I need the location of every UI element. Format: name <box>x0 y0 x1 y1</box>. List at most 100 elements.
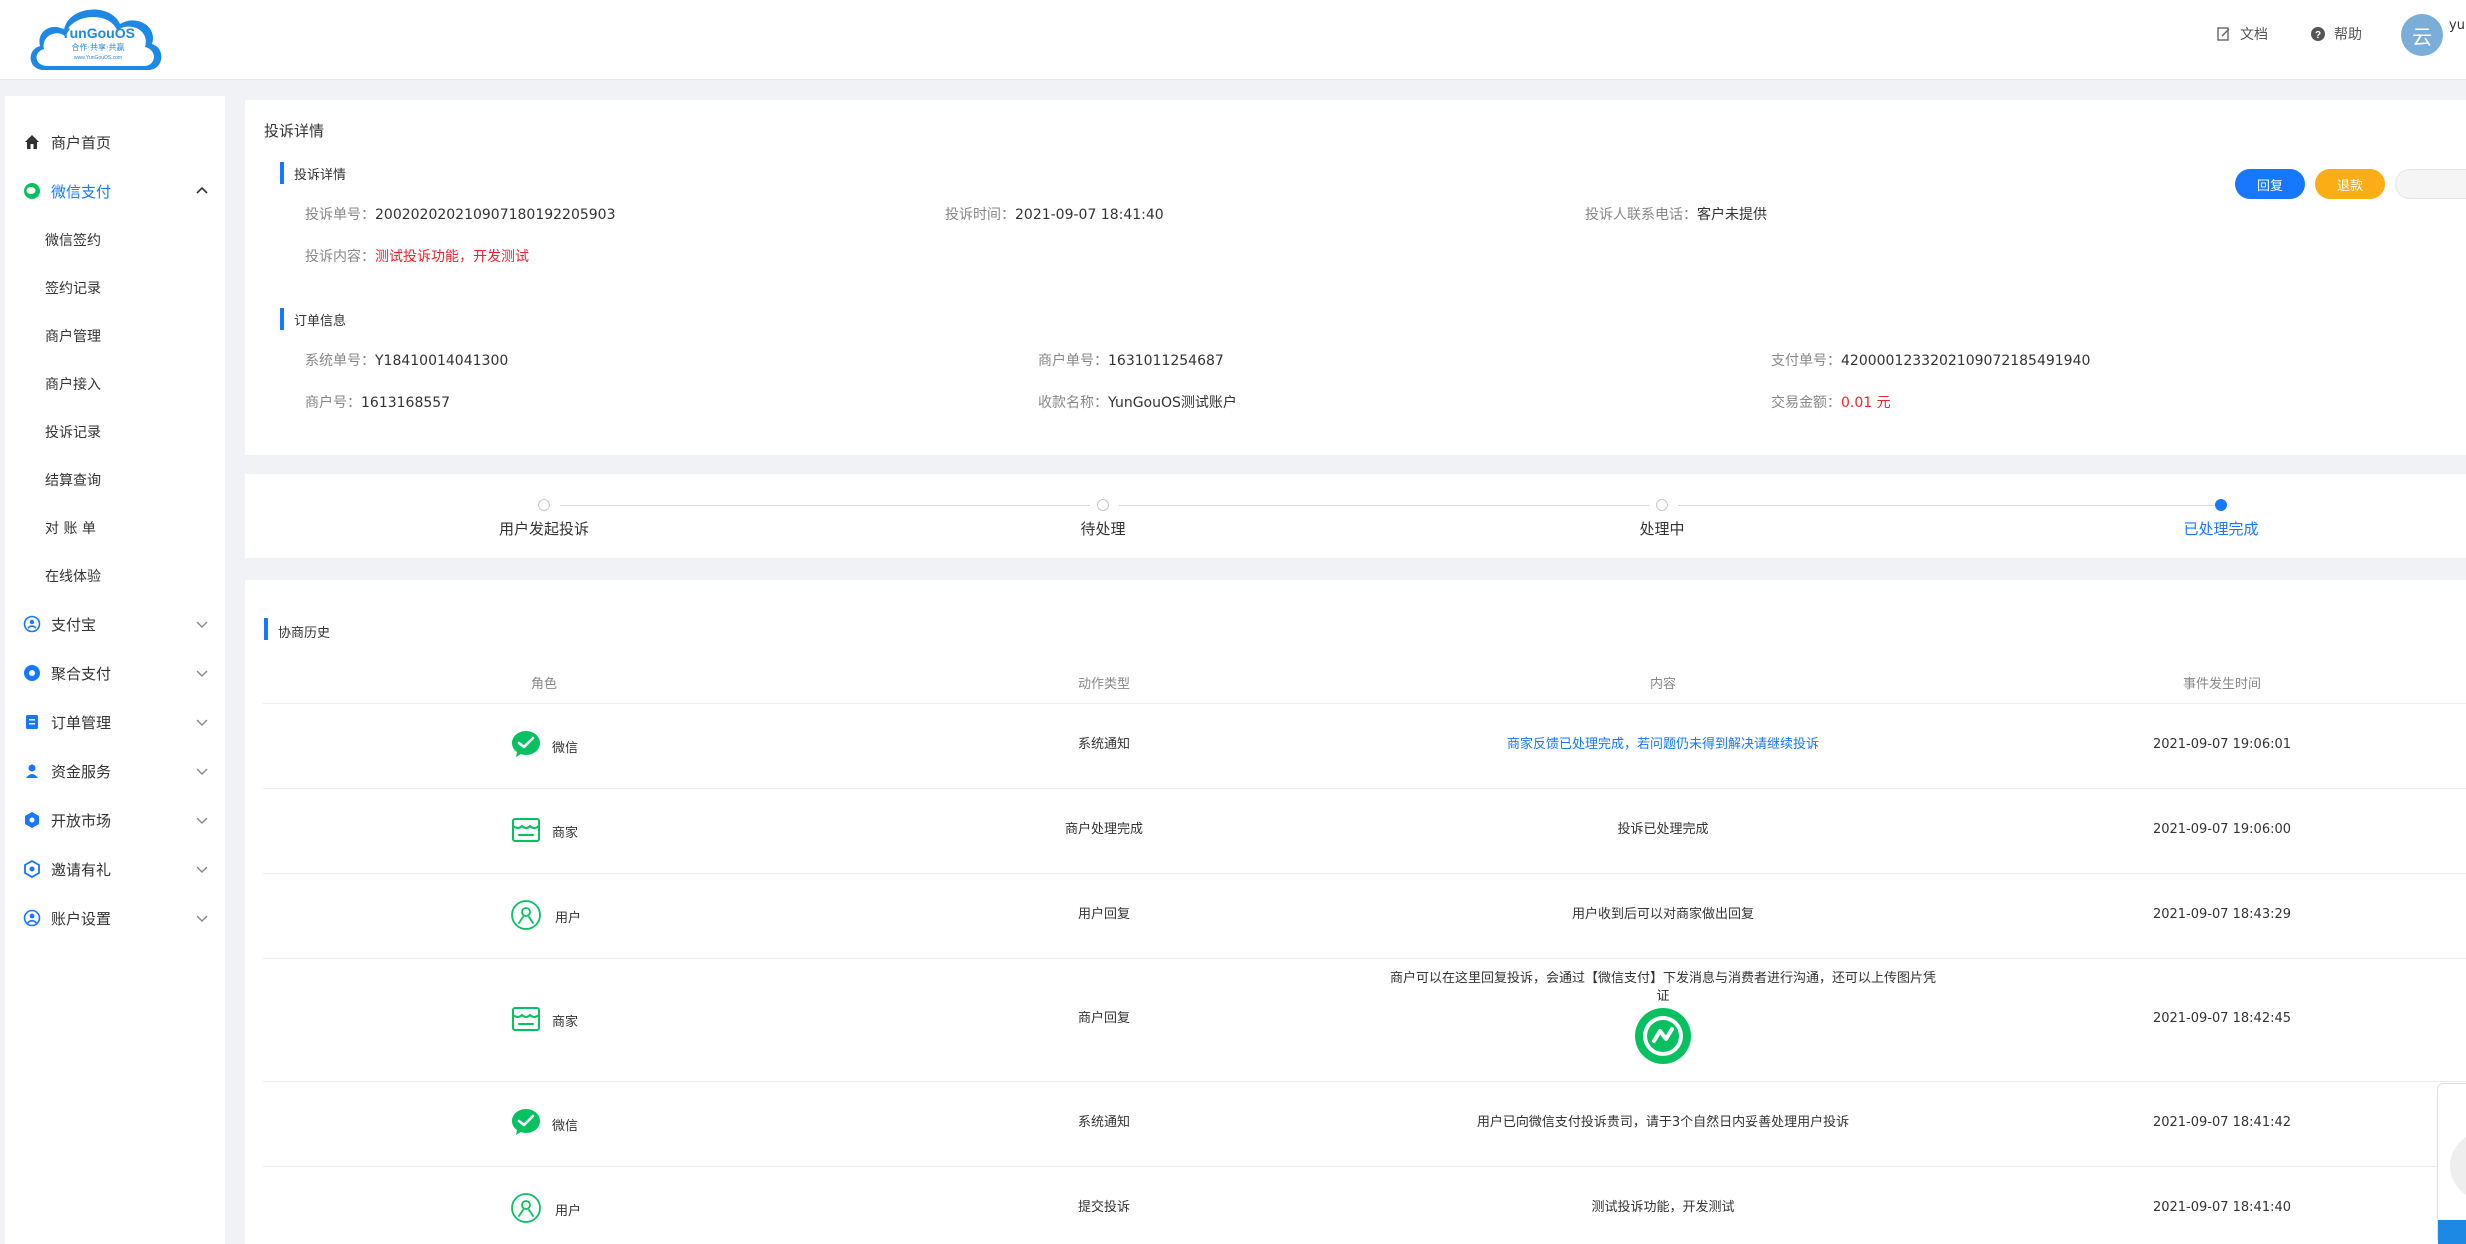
column-header-time: 事件发生时间 <box>2182 677 2261 692</box>
svg-text:www.YunGouOS.com: www.YunGouOS.com <box>74 55 122 61</box>
sidebar-item-fund-service[interactable]: 资金服务 <box>5 751 225 791</box>
column-header-content: 内容 <box>1649 677 1676 692</box>
field-label: 交易金额： <box>1771 395 1841 411</box>
time-cell: 2021-09-07 18:42:45 <box>2152 1011 2292 1026</box>
docs-label: 文档 <box>2240 27 2268 43</box>
field-value: 0.01 元 <box>1841 395 1891 411</box>
help-label: 帮助 <box>2334 27 2362 43</box>
top-header: YunGouOS 合作·共享·共赢 www.YunGouOS.com 文档 ? … <box>0 0 2466 80</box>
subitem-label: 投诉记录 <box>45 425 101 441</box>
time-cell: 2021-09-07 19:06:01 <box>2152 737 2292 752</box>
subitem-label: 微信签约 <box>45 233 101 249</box>
content-cell: 用户收到后可以对商家做出回复 <box>1571 907 1754 922</box>
sidebar-subitem-merchant-access[interactable]: 商户接入 <box>5 366 225 402</box>
field-value: 4200001233202109072185491940 <box>1841 353 2091 369</box>
column-header-role: 角色 <box>530 677 557 692</box>
system-order-no-field: 系统单号：Y18410014041300 <box>305 350 508 370</box>
sidebar-subitem-settlement-query[interactable]: 结算查询 <box>5 462 225 498</box>
step-label: 用户发起投诉 <box>498 520 589 538</box>
reply-button[interactable]: 回复 <box>2235 169 2305 199</box>
field-value: Y18410014041300 <box>375 353 509 369</box>
home-icon <box>23 133 41 151</box>
sidebar-item-invite-gift[interactable]: 邀请有礼 <box>5 849 225 889</box>
sidebar-item-label: 账户设置 <box>51 909 112 928</box>
complaint-time-field: 投诉时间：2021-09-07 18:41:40 <box>945 204 1164 224</box>
sidebar-item-label: 聚合支付 <box>51 664 112 683</box>
service-avatar <box>2450 1132 2466 1200</box>
sidebar-item-wechat-pay[interactable]: 微信支付 <box>5 171 225 211</box>
sidebar-subitem-merchant-management[interactable]: 商户管理 <box>5 318 225 354</box>
step-dot <box>1097 499 1109 511</box>
chevron-down-icon <box>196 866 208 873</box>
complaint-no-field: 投诉单号：20020202021090718019220590­3 <box>305 204 616 224</box>
action-type-cell: 系统通知 <box>1077 1115 1130 1130</box>
wechat-check-icon <box>512 1109 540 1135</box>
subitem-label: 在线体验 <box>45 569 101 585</box>
field-label: 商户号： <box>305 395 361 411</box>
time-cell: 2021-09-07 18:41:42 <box>2152 1115 2292 1130</box>
wechat-check-icon <box>512 731 540 757</box>
payment-no-field: 支付单号：4200001233202109072185491940 <box>1771 350 2090 370</box>
chevron-down-icon <box>196 817 208 824</box>
role-label: 用户 <box>555 911 582 926</box>
content-cell: 测试投诉功能，开发测试 <box>1591 1200 1735 1215</box>
subitem-label: 商户接入 <box>45 377 101 393</box>
action-type-cell: 商户回复 <box>1077 1011 1130 1026</box>
sidebar-subitem-sign-records[interactable]: 签约记录 <box>5 270 225 306</box>
sidebar-item-label: 支付宝 <box>51 615 97 634</box>
sidebar-item-alipay[interactable]: 支付宝 <box>5 604 225 644</box>
user-name[interactable]: yu <box>2449 18 2466 34</box>
refund-button[interactable]: 退款 <box>2315 169 2385 199</box>
uploaded-image-thumbnail[interactable] <box>1634 1007 1692 1065</box>
merchant-icon <box>512 1007 540 1031</box>
sidebar-subitem-statement[interactable]: 对 账 单 <box>5 510 225 546</box>
field-label: 收款名称： <box>1038 395 1108 411</box>
help-link[interactable]: ? 帮助 <box>2310 22 2362 46</box>
user-avatar[interactable]: 云 <box>2401 14 2443 56</box>
field-value: 1613168557 <box>361 395 451 411</box>
row-divider <box>263 873 2466 874</box>
fund-icon <box>23 762 41 780</box>
wechat-icon <box>23 182 41 200</box>
sidebar-item-aggregate-pay[interactable]: 聚合支付 <box>5 653 225 693</box>
step-dot <box>1656 499 1668 511</box>
merchant-order-no-field: 商户单号：1631011254687 <box>1038 350 1224 370</box>
sidebar-item-order-management[interactable]: 订单管理 <box>5 702 225 742</box>
svg-text:合作·共享·共赢: 合作·共享·共赢 <box>71 42 124 52</box>
complainant-phone-field: 投诉人联系电话：客户未提供 <box>1585 204 1767 224</box>
floating-service-widget[interactable] <box>2437 1083 2466 1244</box>
role-label: 商家 <box>552 1015 579 1030</box>
sidebar-item-label: 订单管理 <box>51 713 112 732</box>
sidebar-subitem-complaint-records[interactable]: 投诉记录 <box>5 414 225 450</box>
row-divider <box>263 1166 2466 1167</box>
sidebar: 商户首页 微信支付 微信签约 签约记录 商户管理 商户接入 投诉记录 结算查询 … <box>5 96 225 1244</box>
step-dot-current <box>2215 499 2227 511</box>
sidebar-item-account-settings[interactable]: 账户设置 <box>5 898 225 938</box>
yungouos-logo[interactable]: YunGouOS 合作·共享·共赢 www.YunGouOS.com <box>24 0 168 76</box>
time-cell: 2021-09-07 19:06:00 <box>2152 822 2292 837</box>
sidebar-subitem-wechat-sign[interactable]: 微信签约 <box>5 222 225 258</box>
sidebar-item-merchant-home[interactable]: 商户首页 <box>5 122 225 162</box>
sidebar-subitem-online-demo[interactable]: 在线体验 <box>5 558 225 594</box>
process-complete-button[interactable] <box>2395 169 2466 199</box>
field-label: 投诉人联系电话： <box>1585 207 1697 223</box>
chevron-down-icon <box>196 719 208 726</box>
row-divider <box>263 703 2466 704</box>
user-icon <box>511 1193 541 1223</box>
alipay-icon <box>23 615 41 633</box>
service-chat-button[interactable] <box>2438 1220 2466 1244</box>
docs-link[interactable]: 文档 <box>2216 22 2268 46</box>
sidebar-item-open-market[interactable]: 开放市场 <box>5 800 225 840</box>
help-circle-icon: ? <box>2311 27 2325 41</box>
history-title: 协商历史 <box>278 626 331 641</box>
role-label: 商家 <box>552 826 579 841</box>
section-marker <box>280 308 284 330</box>
row-divider <box>263 958 2466 959</box>
sidebar-item-label: 资金服务 <box>51 762 112 781</box>
order-section-title: 订单信息 <box>294 314 347 329</box>
subitem-label: 签约记录 <box>45 281 101 297</box>
field-value: YunGouOS测试账户 <box>1108 395 1237 411</box>
chevron-down-icon <box>196 915 208 922</box>
subitem-label: 结算查询 <box>45 473 101 489</box>
step-connector <box>1119 505 1649 506</box>
